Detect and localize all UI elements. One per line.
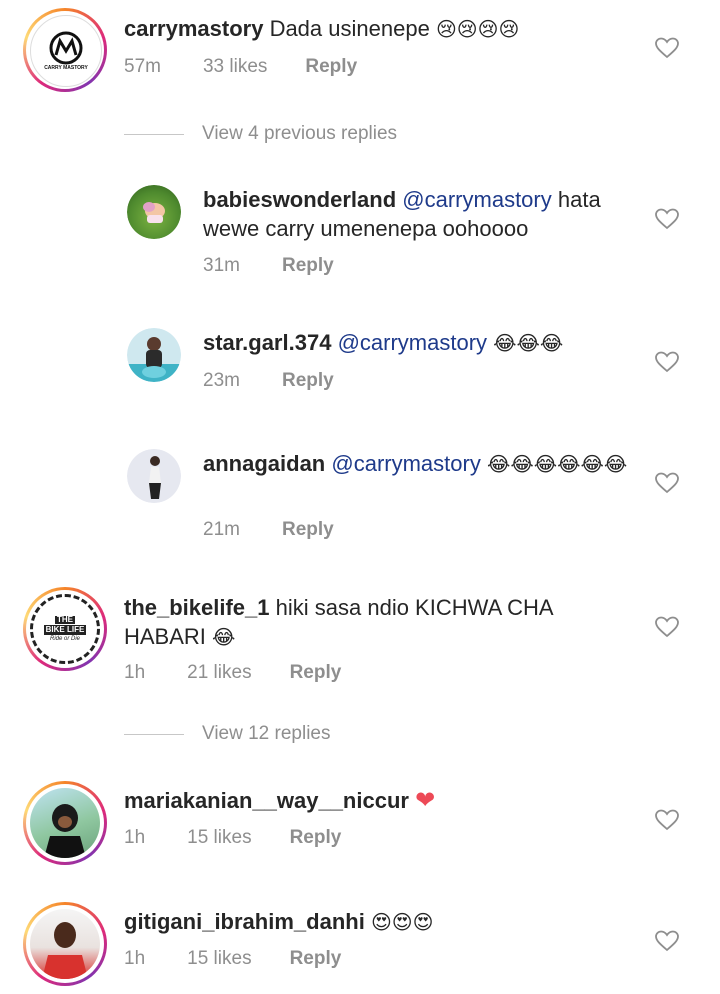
view-replies[interactable]: View 12 replies (124, 723, 331, 745)
avatar-logo-mid: BIKE LIFE (43, 625, 87, 635)
avatar[interactable] (23, 781, 107, 865)
username[interactable]: star.garl.374 (203, 330, 331, 355)
avatar-photo-icon (44, 804, 86, 858)
avatar[interactable]: CARRY MASTORY (23, 8, 107, 92)
comment-meta: 1h 21 likes Reply (124, 662, 341, 684)
comment-body: star.garl.374 @carrymastory 😂😂😂 (203, 328, 633, 358)
avatar-logo-bottom: Ride or Die (49, 636, 80, 642)
likes-count[interactable]: 21 likes (187, 662, 251, 684)
comment-emoji: 😂 (212, 625, 236, 649)
likes-count[interactable]: 15 likes (187, 827, 251, 849)
reply-button[interactable]: Reply (282, 255, 334, 277)
avatar-photo-icon (143, 202, 165, 223)
view-replies-label[interactable]: View 4 previous replies (202, 123, 397, 145)
likes-count[interactable]: 15 likes (187, 948, 251, 970)
username[interactable]: the_bikelife_1 (124, 595, 270, 620)
timestamp: 21m (203, 519, 240, 540)
avatar-photo-icon (149, 456, 161, 499)
heart-icon[interactable] (655, 36, 679, 60)
heart-emoji: ❤ (415, 786, 436, 814)
avatar-photo-icon (127, 337, 181, 382)
comment-meta: 31m Reply (203, 255, 334, 277)
avatar-logo-label: CARRY MASTORY (44, 65, 88, 71)
timestamp: 23m (203, 370, 240, 391)
avatar-photo-icon (42, 922, 88, 979)
heart-icon[interactable] (655, 350, 679, 374)
comment-body: mariakanian__way__niccur ❤ (124, 786, 624, 815)
comment-body: babieswonderland @carrymastory hata wewe… (203, 185, 633, 243)
heart-icon[interactable] (655, 471, 679, 495)
avatar[interactable] (23, 902, 107, 986)
divider-line (124, 133, 184, 135)
comment-emoji: 😂😂😂 (493, 331, 564, 355)
comment-meta: 23m Reply (203, 370, 334, 392)
heart-icon[interactable] (655, 929, 679, 953)
heart-icon[interactable] (655, 808, 679, 832)
comment-meta: 57m 33 likes Reply (124, 56, 357, 78)
comment-meta: 1h 15 likes Reply (124, 827, 341, 849)
reply-button[interactable]: Reply (290, 662, 342, 684)
view-previous-replies[interactable]: View 4 previous replies (124, 123, 397, 145)
mention-link[interactable]: @carrymastory (402, 187, 551, 212)
comment-body: carrymastory Dada usinenepe 😢😢😢😢 (124, 14, 624, 44)
avatar[interactable] (127, 449, 181, 503)
username[interactable]: annagaidan (203, 451, 325, 476)
comment-emoji: 😢😢😢😢 (435, 17, 520, 41)
timestamp: 1h (124, 827, 146, 848)
likes-count[interactable]: 33 likes (203, 56, 267, 78)
comment-body: gitigani_ibrahim_danhi 😍😍😍 (124, 907, 624, 937)
username[interactable]: babieswonderland (203, 187, 396, 212)
timestamp: 57m (124, 56, 161, 77)
comment-emoji: 😍😍😍 (370, 910, 434, 934)
reply-button[interactable]: Reply (282, 519, 334, 541)
reply-button[interactable]: Reply (305, 56, 357, 78)
username[interactable]: mariakanian__way__niccur (124, 788, 409, 813)
reply-button[interactable]: Reply (290, 948, 342, 970)
mention-link[interactable]: @carrymastory (338, 330, 487, 355)
avatar[interactable] (127, 185, 181, 239)
view-replies-label[interactable]: View 12 replies (202, 723, 331, 745)
comment-meta: 21m Reply (203, 519, 334, 541)
comment-body: annagaidan @carrymastory 😂😂😂😂😂😂 (203, 449, 633, 479)
timestamp: 1h (124, 948, 146, 969)
comment-emoji: 😂😂😂😂😂😂 (486, 452, 628, 476)
timestamp: 1h (124, 662, 146, 683)
comment-meta: 1h 15 likes Reply (124, 948, 341, 970)
mention-link[interactable]: @carrymastory (331, 451, 480, 476)
timestamp: 31m (203, 255, 240, 276)
heart-icon[interactable] (655, 615, 679, 639)
carry-mastory-logo-icon (49, 31, 83, 65)
heart-icon[interactable] (655, 207, 679, 231)
reply-button[interactable]: Reply (290, 827, 342, 849)
avatar[interactable] (127, 328, 181, 382)
reply-button[interactable]: Reply (282, 370, 334, 392)
divider-line (124, 733, 184, 735)
comment-text: Dada usinenepe (269, 16, 430, 41)
username[interactable]: carrymastory (124, 16, 263, 41)
avatar[interactable]: THE BIKE LIFE Ride or Die (23, 587, 107, 671)
avatar-logo-top: THE (55, 615, 75, 624)
comment-body: the_bikelife_1 hiki sasa ndio KICHWA CHA… (124, 593, 624, 652)
username[interactable]: gitigani_ibrahim_danhi (124, 909, 365, 934)
